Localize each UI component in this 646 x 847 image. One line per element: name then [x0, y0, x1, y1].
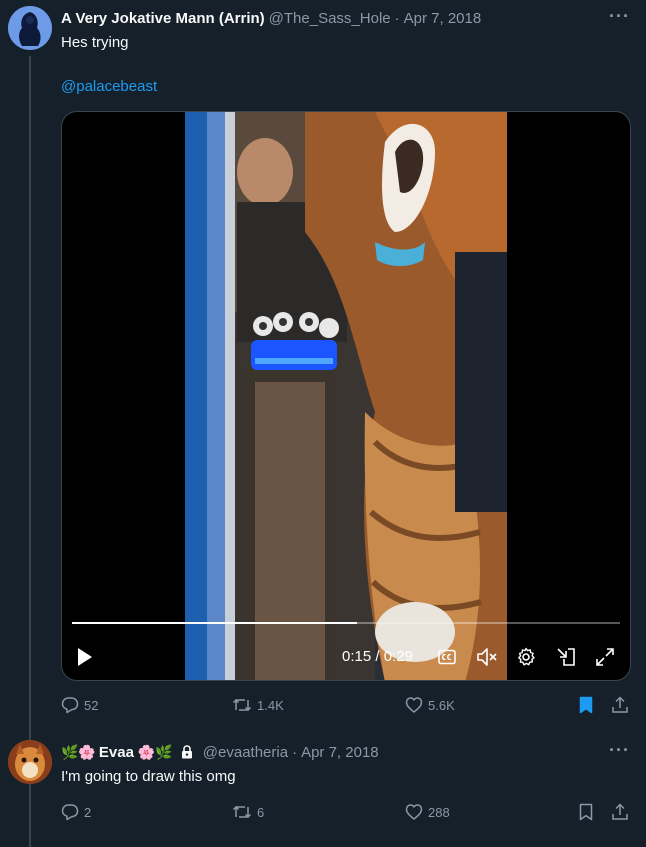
retweet-icon: [232, 805, 252, 819]
reply-count: 52: [84, 697, 99, 713]
share-icon: [612, 803, 628, 820]
reply-button[interactable]: 2: [61, 803, 91, 821]
heart-icon: [405, 804, 423, 820]
video-player[interactable]: 0:15 / 0:29: [61, 111, 631, 681]
share-button[interactable]: [611, 803, 634, 821]
pip-icon: [557, 648, 575, 666]
like-button[interactable]: 288: [405, 803, 450, 821]
avatar[interactable]: [8, 6, 52, 50]
time-total: 0:29: [383, 648, 413, 665]
reply-avatar[interactable]: [8, 740, 52, 784]
mention-link[interactable]: @palacebeast: [61, 78, 157, 95]
captions-icon: [438, 649, 456, 665]
captions-button[interactable]: [436, 644, 458, 670]
like-count: 288: [428, 804, 450, 820]
avatar-image: [8, 6, 52, 50]
share-button[interactable]: [611, 696, 634, 714]
tweet-actions: 52 1.4K 5.6K: [61, 693, 646, 717]
bookmark-button[interactable]: [578, 803, 599, 821]
video-progress-fill: [72, 622, 357, 624]
time-separator: /: [375, 648, 380, 665]
tweet-text: Hes trying: [61, 34, 129, 51]
video-progress-bar[interactable]: [72, 622, 620, 624]
reply-author-handle[interactable]: @evaatheria: [203, 744, 288, 761]
fullscreen-button[interactable]: [593, 644, 617, 670]
retweet-icon: [232, 698, 252, 712]
separator-dot: ·: [292, 743, 298, 761]
settings-button[interactable]: [514, 644, 538, 670]
reply-actions: 2 6 288: [61, 800, 646, 824]
picture-in-picture-button[interactable]: [554, 644, 578, 670]
retweet-button[interactable]: 1.4K: [232, 696, 284, 714]
video-frame: [185, 112, 507, 680]
reply-avatar-image: [8, 740, 52, 784]
tweet-date[interactable]: Apr 7, 2018: [404, 10, 482, 27]
gear-icon: [518, 647, 535, 666]
mute-button[interactable]: [475, 644, 499, 670]
bookmark-button[interactable]: [578, 696, 599, 714]
reply-author-name[interactable]: Evaa: [99, 744, 134, 761]
reply-button[interactable]: 52: [61, 696, 98, 714]
reply-date[interactable]: Apr 7, 2018: [301, 744, 379, 761]
thread-line: [29, 56, 31, 847]
lock-icon: [181, 745, 193, 759]
like-button[interactable]: 5.6K: [405, 696, 455, 714]
like-count: 5.6K: [428, 697, 455, 713]
share-icon: [612, 696, 628, 713]
retweet-button[interactable]: 6: [232, 803, 264, 821]
reply-more-options-button[interactable]: ···: [609, 740, 630, 761]
time-current: 0:15: [342, 648, 372, 665]
fullscreen-icon: [596, 648, 614, 666]
author-name[interactable]: A Very Jokative Mann (Arrin): [61, 10, 265, 27]
heart-icon: [405, 697, 423, 713]
name-emoji-prefix: 🌿🌸: [61, 743, 96, 760]
play-button[interactable]: [74, 644, 96, 670]
name-emoji-suffix: 🌸🌿: [137, 743, 173, 760]
bookmark-icon: [579, 803, 593, 821]
author-handle[interactable]: @The_Sass_Hole: [269, 10, 391, 27]
separator-dot: ·: [394, 9, 400, 27]
retweet-count: 6: [257, 804, 265, 820]
muted-speaker-icon: [477, 648, 497, 666]
reply-text: I'm going to draw this omg: [61, 768, 236, 785]
retweet-count: 1.4K: [257, 697, 284, 713]
reply-icon: [61, 804, 79, 821]
video-timecode: 0:15 / 0:29: [342, 648, 413, 665]
reply-icon: [61, 697, 79, 714]
play-icon: [78, 648, 92, 666]
reply-count: 2: [84, 804, 92, 820]
tweet-header: A Very Jokative Mann (Arrin) @The_Sass_H…: [61, 7, 481, 29]
more-options-button[interactable]: ···: [609, 6, 630, 27]
reply-header: 🌿🌸 Evaa 🌸🌿 @evaatheria · Apr 7, 2018: [61, 741, 379, 763]
bookmark-filled-icon: [579, 696, 593, 714]
